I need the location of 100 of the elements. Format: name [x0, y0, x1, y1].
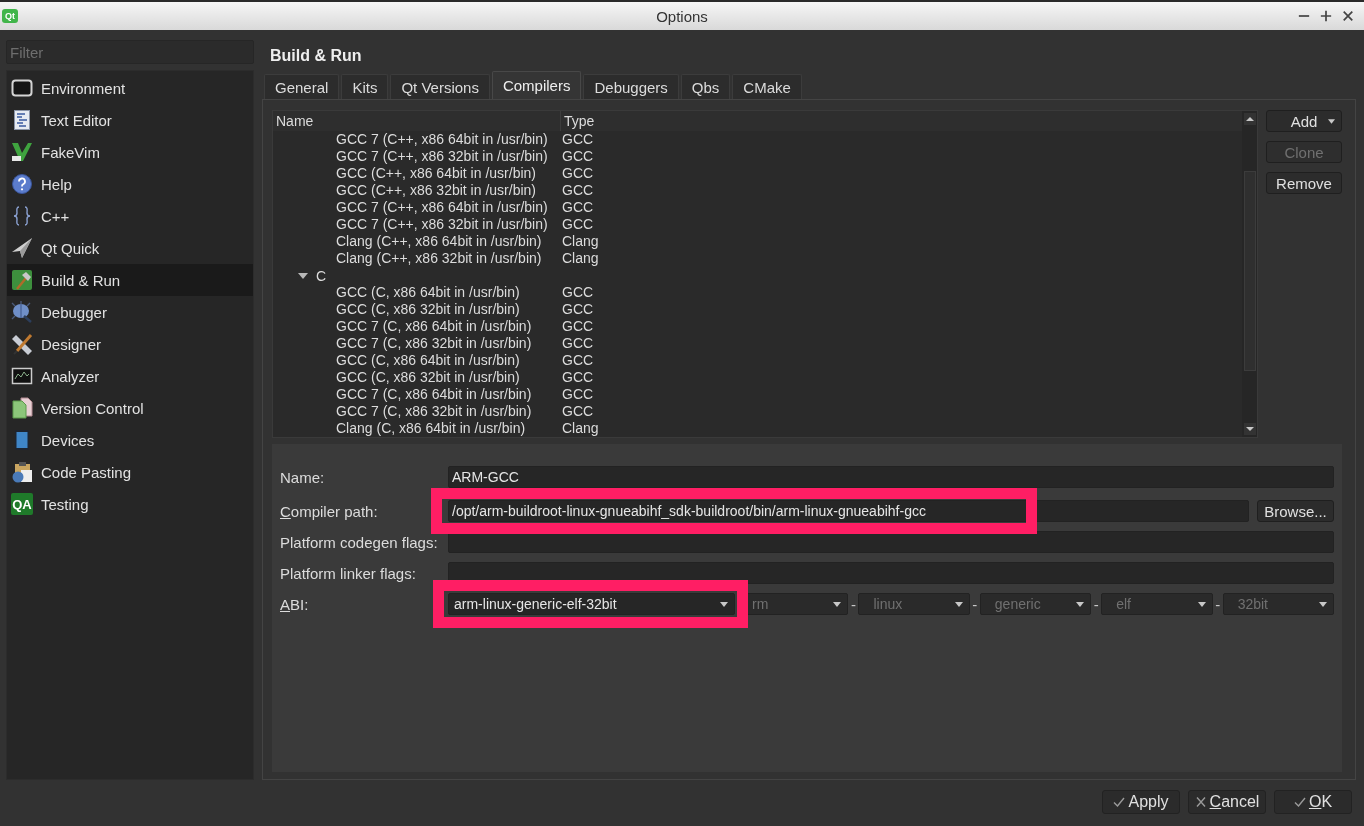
caret-icon: [833, 601, 842, 607]
caret-icon: [954, 601, 963, 607]
help-icon: [11, 173, 33, 195]
compiler-type-cell-text: GCC: [561, 403, 595, 420]
compiler-name-cell[interactable]: GCC (C, x86 64bit in /usr/bin): [273, 352, 559, 369]
browse-button[interactable]: Browse...: [1257, 500, 1334, 522]
compiler-name-cell[interactable]: GCC 7 (C++, x86 32bit in /usr/bin): [273, 148, 559, 165]
check-icon: [1113, 797, 1126, 807]
compiler-name-cell[interactable]: GCC (C, x86 32bit in /usr/bin): [273, 369, 559, 386]
caret-icon: [1076, 601, 1085, 607]
compiler-name-cell[interactable]: GCC (C++, x86 32bit in /usr/bin): [273, 182, 559, 199]
caret-icon: [1319, 601, 1328, 607]
compiler-type-cell-text: Clang: [561, 250, 600, 267]
compiler-type-cell-text: GCC: [561, 216, 595, 233]
sidebar-item[interactable]: FakeVim: [7, 136, 253, 168]
action-button[interactable]: Remove: [1266, 172, 1342, 194]
clipboard-globe-icon: [11, 461, 33, 483]
column-header[interactable]: Name: [273, 111, 561, 131]
scroll-up-icon[interactable]: [1243, 113, 1256, 125]
sidebar-item[interactable]: Help: [7, 168, 253, 200]
compiler-name-cell[interactable]: Clang (C, x86 64bit in /usr/bin): [273, 420, 559, 437]
compiler-type-cell-text: GCC: [561, 301, 595, 318]
compiler-name-cell[interactable]: GCC (C, x86 32bit in /usr/bin): [273, 301, 559, 318]
sidebar-item[interactable]: Designer: [7, 328, 253, 360]
sidebar-item[interactable]: Code Pasting: [7, 456, 253, 488]
tab[interactable]: Qbs: [680, 74, 731, 99]
compiler-name-cell[interactable]: Clang (C++, x86 32bit in /usr/bin): [273, 250, 559, 267]
compiler-type-cell-text: GCC: [561, 386, 595, 403]
document-lines-icon: [11, 109, 33, 131]
sidebar-item[interactable]: Build & Run: [7, 264, 253, 296]
compiler-type-cell-text: GCC: [561, 199, 595, 216]
caret-icon: [1328, 119, 1335, 124]
field-label: ABI:: [280, 595, 310, 613]
sidebar-item[interactable]: Text Editor: [7, 104, 253, 136]
compiler-name-cell[interactable]: GCC 7 (C++, x86 32bit in /usr/bin): [273, 216, 559, 233]
compiler-type-cell-text: GCC: [561, 131, 595, 148]
compiler-type-cell-text: GCC: [561, 284, 595, 301]
tab[interactable]: CMake: [732, 74, 802, 99]
sidebar-item[interactable]: QA Testing: [7, 488, 253, 520]
qa-icon: QA: [11, 493, 33, 515]
abi-separator: -: [971, 595, 979, 613]
tree-group-label[interactable]: C: [316, 267, 327, 284]
tab[interactable]: Compilers: [491, 71, 582, 99]
cross-icon: [1194, 797, 1207, 807]
caret-icon: [1197, 601, 1206, 607]
window-title: Options: [656, 7, 708, 25]
check-icon: [1293, 797, 1306, 807]
compiler-name-cell[interactable]: Clang (C++, x86 64bit in /usr/bin): [273, 233, 559, 250]
action-button[interactable]: Add: [1266, 110, 1342, 132]
dialog-button[interactable]: Apply: [1102, 790, 1180, 814]
compiler-type-cell-text: GCC: [561, 369, 595, 386]
abi-combo[interactable]: arm-linux-generic-elf-32bit: [448, 593, 735, 615]
text-field[interactable]: ARM-GCC: [448, 466, 1334, 488]
compiler-name-cell[interactable]: GCC 7 (C, x86 64bit in /usr/bin): [273, 386, 559, 403]
tab[interactable]: General: [264, 74, 340, 99]
tab[interactable]: Kits: [341, 74, 389, 99]
sidebar-item[interactable]: Version Control: [7, 392, 253, 424]
compiler-type-cell-text: GCC: [561, 165, 595, 182]
compiler-type-cell-text: GCC: [561, 148, 595, 165]
vertical-scrollbar[interactable]: [1242, 111, 1257, 437]
app-logo: Qt: [2, 9, 18, 23]
path-field[interactable]: /opt/arm-buildroot-linux-gnueabihf_sdk-buildroot/bin/arm-linux-gnueabihf-gcc: [448, 500, 1249, 522]
sidebar-item[interactable]: Debugger: [7, 296, 253, 328]
compiler-name-cell[interactable]: GCC 7 (C++, x86 64bit in /usr/bin): [273, 199, 559, 216]
compiler-type-cell-text: GCC: [561, 318, 595, 335]
close-icon[interactable]: [1342, 10, 1354, 22]
sidebar-item[interactable]: Analyzer: [7, 360, 253, 392]
compiler-type-cell-text: Clang: [561, 233, 600, 250]
compiler-name-cell[interactable]: GCC 7 (C, x86 32bit in /usr/bin): [273, 403, 559, 420]
maximize-icon[interactable]: [1320, 10, 1332, 22]
compiler-name-cell[interactable]: GCC (C, x86 64bit in /usr/bin): [273, 284, 559, 301]
caret-icon[interactable]: [298, 270, 308, 281]
text-field[interactable]: [448, 562, 1334, 584]
braces-icon: [11, 205, 33, 227]
abi-separator: -: [849, 595, 857, 613]
dialog-button[interactable]: Cancel: [1188, 790, 1266, 814]
field-label: Platform codegen flags:: [280, 533, 439, 551]
monitor-icon: [11, 77, 33, 99]
scroll-down-icon[interactable]: [1243, 423, 1256, 435]
sidebar-item[interactable]: Environment: [7, 72, 253, 104]
field-label: Platform linker flags:: [280, 564, 417, 582]
compiler-type-cell-text: GCC: [561, 352, 595, 369]
column-header[interactable]: Type: [561, 111, 1242, 131]
compiler-name-cell[interactable]: GCC (C++, x86 64bit in /usr/bin): [273, 165, 559, 182]
compiler-name-cell[interactable]: GCC 7 (C, x86 32bit in /usr/bin): [273, 335, 559, 352]
ruler-pencil-icon: [11, 333, 33, 355]
tile-hammer-icon: [11, 269, 33, 291]
tab[interactable]: Debuggers: [583, 74, 679, 99]
compiler-name-cell[interactable]: GCC 7 (C, x86 64bit in /usr/bin): [273, 318, 559, 335]
compiler-type-cell-text: GCC: [561, 335, 595, 352]
compiler-name-cell[interactable]: GCC 7 (C++, x86 64bit in /usr/bin): [273, 131, 559, 148]
sidebar-item[interactable]: Qt Quick: [7, 232, 253, 264]
caret-icon: [720, 601, 728, 607]
documents-icon: [11, 397, 33, 419]
dialog-button[interactable]: OK: [1274, 790, 1352, 814]
graph-screen-icon: [11, 365, 33, 387]
sidebar-item[interactable]: Devices: [7, 424, 253, 456]
filter-field[interactable]: Filter: [6, 40, 254, 64]
sidebar-item[interactable]: C++: [7, 200, 253, 232]
tab[interactable]: Qt Versions: [390, 74, 490, 99]
